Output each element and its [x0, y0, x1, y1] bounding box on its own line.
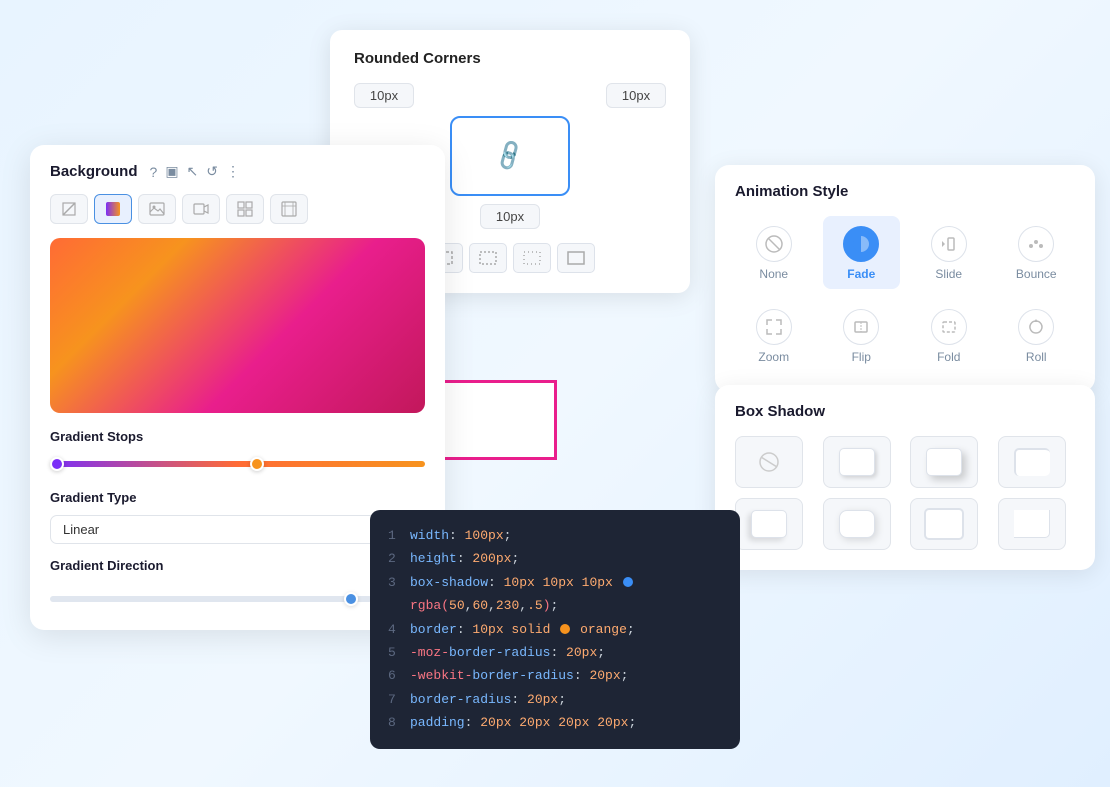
anim-none[interactable]: None: [735, 216, 813, 289]
border-btn-3[interactable]: [513, 243, 551, 273]
dir-track-row: 320deg: [50, 591, 425, 606]
dir-slider-track[interactable]: [50, 596, 372, 602]
anim-flip-label: Flip: [852, 350, 871, 364]
rc-top-right-input[interactable]: 10px: [606, 83, 666, 108]
shadow-s1-preview: [839, 448, 875, 476]
anim-zoom-icon: [756, 309, 792, 345]
anim-zoom-label: Zoom: [758, 350, 789, 364]
background-panel-title: Background: [50, 163, 138, 180]
link-icon: 🔗: [492, 138, 529, 174]
shadow-s3-preview: [1014, 448, 1050, 476]
gradient-type-dropdown[interactable]: Linear: [50, 515, 425, 544]
anim-fade-label: Fade: [847, 267, 875, 281]
shadow-s1[interactable]: [823, 436, 891, 488]
anim-roll-label: Roll: [1026, 350, 1047, 364]
code-line-8: 8 padding: 20px 20px 20px 20px;: [388, 711, 722, 734]
stop-orange[interactable]: [250, 457, 264, 471]
code-line-6: 6 -webkit-border-radius: 20px;: [388, 664, 722, 687]
gradient-stops-row[interactable]: [50, 454, 425, 474]
undo-icon[interactable]: ↺: [206, 163, 218, 180]
shadow-none[interactable]: [735, 436, 803, 488]
animation-style-panel: Animation Style None Fade Slide Bounce: [715, 165, 1095, 392]
anim-fold[interactable]: Fold: [910, 299, 988, 372]
code-line-3: 3 box-shadow: 10px 10px 10px rgba(50,60,…: [388, 571, 722, 618]
rc-preview-box: 🔗: [450, 116, 570, 196]
border-btn-2[interactable]: [469, 243, 507, 273]
anim-none-label: None: [759, 267, 788, 281]
code-line-5: 5 -moz-border-radius: 20px;: [388, 641, 722, 664]
header-icons-group: ? ▣ ↖ ↺ ⋮: [150, 163, 241, 180]
anim-slide[interactable]: Slide: [910, 216, 988, 289]
anim-bounce[interactable]: Bounce: [998, 216, 1076, 289]
shadow-none-icon: [751, 448, 787, 476]
anim-roll-icon: [1018, 309, 1054, 345]
anim-flip[interactable]: Flip: [823, 299, 901, 372]
anim-zoom[interactable]: Zoom: [735, 299, 813, 372]
gradient-dir-label: Gradient Direction: [50, 558, 163, 573]
bg-type-gradient[interactable]: [94, 194, 132, 224]
gradient-dir-header: Gradient Direction ? ↺ ⋮: [50, 558, 425, 583]
shadow-s7[interactable]: [998, 498, 1066, 550]
pink-border-box: [427, 380, 557, 460]
anim-bounce-icon: [1018, 226, 1054, 262]
shadow-s6[interactable]: [910, 498, 978, 550]
shadow-grid: [735, 436, 1075, 550]
anim-fold-icon: [931, 309, 967, 345]
layers-icon[interactable]: ▣: [165, 163, 178, 180]
help-icon[interactable]: ?: [150, 164, 158, 180]
bg-type-grid[interactable]: [226, 194, 264, 224]
dir-slider-thumb[interactable]: [344, 592, 358, 606]
gradient-dir-section: Gradient Direction ? ↺ ⋮ 320deg: [50, 558, 425, 606]
code-line-4: 4 border: 10px solid orange;: [388, 618, 722, 641]
background-panel-header: Background ? ▣ ↖ ↺ ⋮: [50, 163, 425, 180]
animation-style-title: Animation Style: [735, 183, 1075, 200]
rc-top-left-input[interactable]: 10px: [354, 83, 414, 108]
cursor-icon[interactable]: ↖: [187, 163, 199, 180]
anim-slide-icon: [931, 226, 967, 262]
shadow-s3[interactable]: [998, 436, 1066, 488]
animation-grid: None Fade Slide Bounce Zoom: [735, 216, 1075, 372]
gradient-type-section: Gradient Type Linear: [50, 490, 425, 544]
rc-bottom-input[interactable]: 10px: [480, 204, 540, 229]
box-shadow-panel: Box Shadow: [715, 385, 1095, 570]
bg-type-frame[interactable]: [270, 194, 308, 224]
gradient-stops-label: Gradient Stops: [50, 429, 425, 444]
shadow-s5[interactable]: [823, 498, 891, 550]
stop-purple[interactable]: [50, 457, 64, 471]
shadow-s4[interactable]: [735, 498, 803, 550]
anim-flip-icon: [843, 309, 879, 345]
shadow-s2[interactable]: [910, 436, 978, 488]
anim-slide-label: Slide: [935, 267, 962, 281]
rounded-corners-title: Rounded Corners: [354, 50, 666, 67]
bg-type-image[interactable]: [138, 194, 176, 224]
border-btn-4[interactable]: [557, 243, 595, 273]
gradient-track[interactable]: [50, 461, 425, 467]
anim-fade[interactable]: Fade: [823, 216, 901, 289]
bg-type-video[interactable]: [182, 194, 220, 224]
anim-none-icon: [756, 226, 792, 262]
anim-bounce-label: Bounce: [1016, 267, 1057, 281]
bg-type-none[interactable]: [50, 194, 88, 224]
more-icon[interactable]: ⋮: [226, 163, 240, 180]
code-line-7: 7 border-radius: 20px;: [388, 688, 722, 711]
bg-type-buttons: [50, 194, 425, 224]
shadow-s2-preview: [926, 448, 962, 476]
shadow-s6-preview: [926, 510, 962, 538]
shadow-s5-preview: [839, 510, 875, 538]
box-shadow-title: Box Shadow: [735, 403, 1075, 420]
anim-roll[interactable]: Roll: [998, 299, 1076, 372]
code-line-2: 2 height: 200px;: [388, 547, 722, 570]
code-line-1: 1 width: 100px;: [388, 524, 722, 547]
anim-fold-label: Fold: [937, 350, 960, 364]
gradient-preview: [50, 238, 425, 413]
code-tooltip: 1 width: 100px; 2 height: 200px; 3 box-s…: [370, 510, 740, 749]
shadow-s7-preview: [1014, 510, 1050, 538]
gradient-type-label: Gradient Type: [50, 490, 425, 505]
anim-fade-icon: [843, 226, 879, 262]
shadow-s4-preview: [751, 510, 787, 538]
